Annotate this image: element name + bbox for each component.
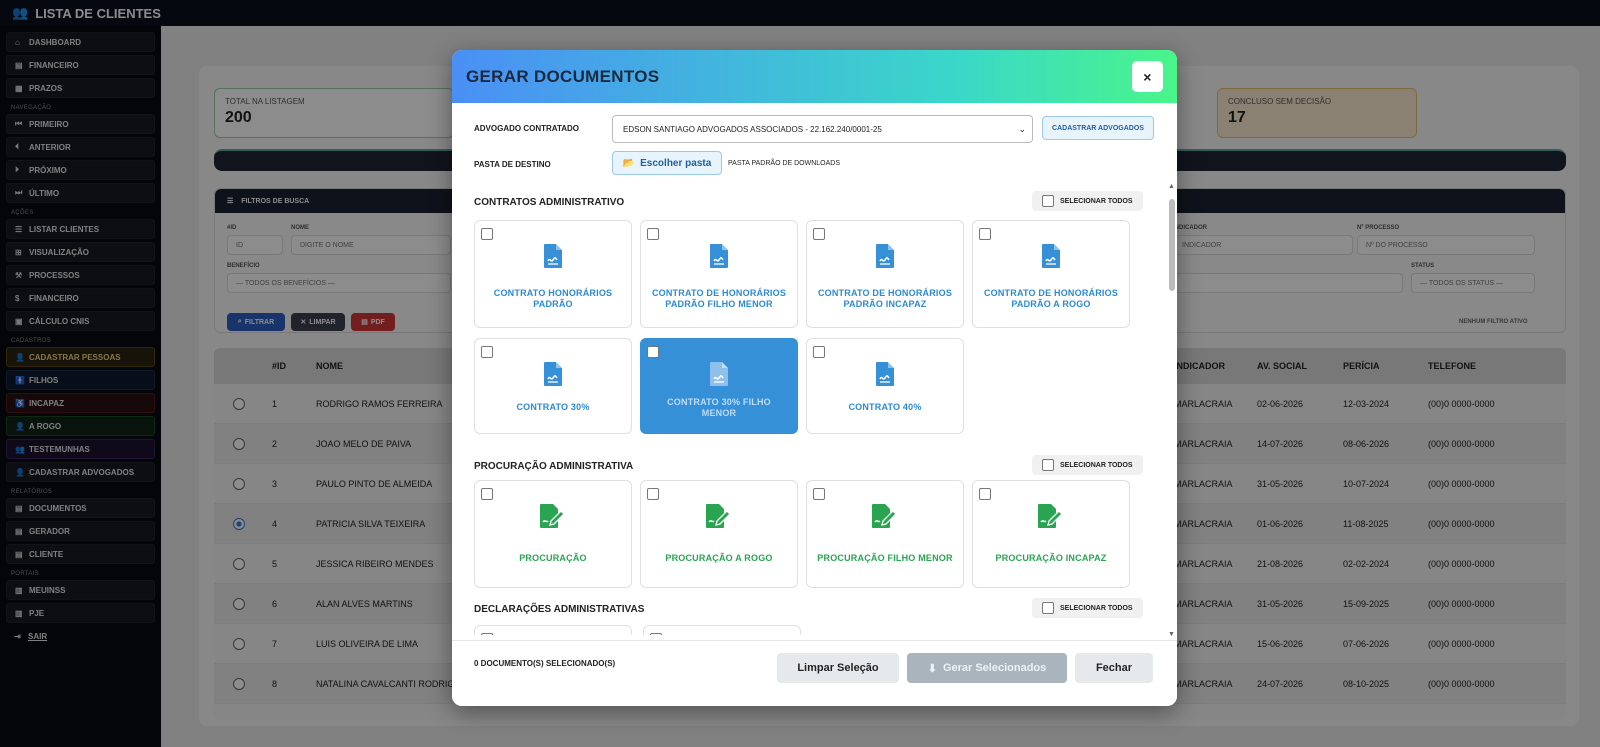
- document-checkbox[interactable]: [481, 346, 493, 358]
- document-card[interactable]: PROCURAÇÃO A ROGO: [640, 480, 798, 588]
- document-label: CONTRATO HONORÁRIOS PADRÃO: [493, 287, 613, 309]
- section-title-declaracoes: DECLARAÇÕES ADMINISTRATIVAS: [474, 604, 645, 615]
- modal-header: GERAR DOCUMENTOS ×: [452, 50, 1177, 103]
- document-card[interactable]: [474, 625, 632, 635]
- document-card[interactable]: PROCURAÇÃO INCAPAZ: [972, 480, 1130, 588]
- scroll-down-icon[interactable]: ▼: [1168, 631, 1175, 638]
- document-checkbox[interactable]: [813, 228, 825, 240]
- document-checkbox[interactable]: [979, 488, 991, 500]
- close-icon: ×: [1143, 68, 1152, 85]
- modal-scrollbar[interactable]: ▲ ▼: [1168, 183, 1176, 638]
- pasta-hint: PASTA PADRÃO DE DOWNLOADS: [728, 160, 841, 167]
- contract-file-icon: [641, 243, 797, 269]
- document-label: CONTRATO 30%: [516, 402, 590, 413]
- contract-file-icon: [807, 243, 963, 269]
- select-all-procuracao[interactable]: SELECIONAR TODOS: [1032, 455, 1143, 475]
- signature-file-icon: [807, 503, 963, 529]
- document-card[interactable]: PROCURAÇÃO: [474, 480, 632, 588]
- document-checkbox[interactable]: [647, 346, 659, 358]
- advogado-label: ADVOGADO CONTRATADO: [474, 124, 580, 133]
- checkbox[interactable]: [1042, 195, 1054, 207]
- contract-file-icon: [641, 361, 797, 387]
- document-label: CONTRATO 40%: [848, 402, 922, 413]
- scrollbar-thumb[interactable]: [1169, 199, 1175, 291]
- fechar-button[interactable]: Fechar: [1075, 653, 1153, 683]
- document-card[interactable]: [643, 625, 801, 635]
- select-all-declaracoes[interactable]: SELECIONAR TODOS: [1032, 598, 1143, 618]
- document-label: CONTRATO 30% FILHO MENOR: [667, 396, 771, 418]
- scroll-up-icon[interactable]: ▲: [1168, 183, 1175, 190]
- advogado-select[interactable]: EDSON SANTIAGO ADVOGADOS ASSOCIADOS - 22…: [612, 115, 1033, 143]
- document-checkbox[interactable]: [813, 346, 825, 358]
- escolher-pasta-button[interactable]: 📂 Escolher pasta: [612, 151, 722, 175]
- document-label: PROCURAÇÃO A ROGO: [665, 553, 773, 564]
- document-label: PROCURAÇÃO FILHO MENOR: [817, 553, 953, 564]
- close-button[interactable]: ×: [1132, 61, 1163, 92]
- chevron-down-icon: ⌄: [1018, 124, 1026, 134]
- select-all-contratos[interactable]: SELECIONAR TODOS: [1032, 191, 1143, 211]
- documents-scroll-area[interactable]: CONTRATOS ADMINISTRATIVO SELECIONAR TODO…: [466, 183, 1152, 635]
- selected-count: 0 DOCUMENTO(S) SELECIONADO(S): [474, 659, 616, 668]
- document-label: CONTRATO DE HONORÁRIOS PADRÃO A ROGO: [983, 287, 1119, 309]
- checkbox[interactable]: [1042, 459, 1054, 471]
- section-title-procuracao: PROCURAÇÃO ADMINISTRATIVA: [474, 461, 634, 472]
- gerar-selecionados-button[interactable]: ⬇ Gerar Selecionados: [907, 653, 1067, 683]
- document-card[interactable]: CONTRATO 40%: [806, 338, 964, 434]
- signature-file-icon: [641, 503, 797, 529]
- document-checkbox[interactable]: [481, 228, 493, 240]
- document-checkbox[interactable]: [481, 488, 493, 500]
- pasta-label: PASTA DE DESTINO: [474, 160, 551, 169]
- folder-icon: 📂: [622, 157, 636, 169]
- cadastrar-advogados-button[interactable]: CADASTRAR ADVOGADOS: [1042, 116, 1154, 140]
- document-card[interactable]: CONTRATO 30%: [474, 338, 632, 434]
- document-label: CONTRATO DE HONORÁRIOS PADRÃO FILHO MENO…: [651, 287, 787, 309]
- document-label: PROCURAÇÃO: [519, 553, 587, 564]
- modal-footer: 0 DOCUMENTO(S) SELECIONADO(S) Limpar Sel…: [452, 640, 1177, 706]
- section-title-contratos: CONTRATOS ADMINISTRATIVO: [474, 197, 625, 208]
- limpar-selecao-button[interactable]: Limpar Seleção: [777, 653, 899, 683]
- document-checkbox[interactable]: [481, 633, 493, 635]
- document-checkbox[interactable]: [979, 228, 991, 240]
- document-checkbox[interactable]: [647, 488, 659, 500]
- signature-file-icon: [475, 503, 631, 529]
- contract-file-icon: [807, 361, 963, 387]
- download-icon: ⬇: [927, 662, 937, 675]
- document-card[interactable]: CONTRATO HONORÁRIOS PADRÃO: [474, 220, 632, 328]
- document-checkbox[interactable]: [650, 633, 662, 635]
- document-checkbox[interactable]: [647, 228, 659, 240]
- gerar-documentos-modal: GERAR DOCUMENTOS × ADVOGADO CONTRATADO E…: [452, 50, 1177, 706]
- contract-file-icon: [475, 243, 631, 269]
- document-card[interactable]: CONTRATO DE HONORÁRIOS PADRÃO INCAPAZ: [806, 220, 964, 328]
- signature-file-icon: [973, 503, 1129, 529]
- checkbox[interactable]: [1042, 602, 1054, 614]
- document-card[interactable]: CONTRATO DE HONORÁRIOS PADRÃO A ROGO: [972, 220, 1130, 328]
- contract-file-icon: [475, 361, 631, 387]
- document-card[interactable]: CONTRATO 30% FILHO MENOR: [640, 338, 798, 434]
- document-card[interactable]: CONTRATO DE HONORÁRIOS PADRÃO FILHO MENO…: [640, 220, 798, 328]
- document-label: CONTRATO DE HONORÁRIOS PADRÃO INCAPAZ: [817, 287, 953, 309]
- contract-file-icon: [973, 243, 1129, 269]
- modal-title: GERAR DOCUMENTOS: [466, 66, 660, 86]
- document-checkbox[interactable]: [813, 488, 825, 500]
- document-label: PROCURAÇÃO INCAPAZ: [995, 553, 1107, 564]
- document-card[interactable]: PROCURAÇÃO FILHO MENOR: [806, 480, 964, 588]
